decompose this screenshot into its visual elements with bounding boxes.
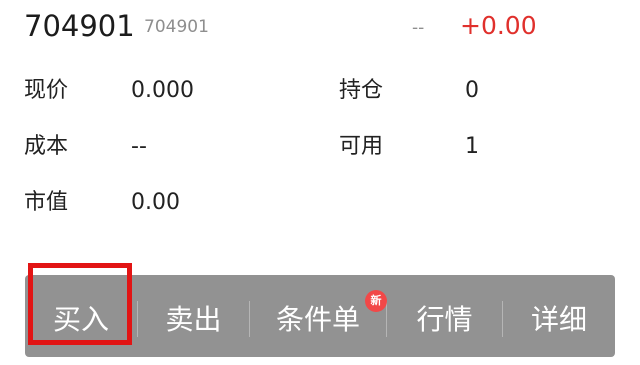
- holding-label: 持仓: [339, 78, 384, 103]
- price-change: +0.00: [460, 11, 537, 40]
- available-value: 1: [465, 134, 479, 159]
- conditional-order-button[interactable]: 条件单: [250, 275, 386, 357]
- details-button[interactable]: 详细: [503, 275, 615, 357]
- current-price-label: 现价: [24, 78, 69, 103]
- sell-button-label: 卖出: [165, 303, 222, 336]
- cost-label: 成本: [24, 134, 69, 159]
- available-label: 可用: [339, 134, 384, 159]
- quotes-button[interactable]: 行情: [387, 275, 502, 357]
- security-code: 704901: [24, 9, 135, 43]
- conditional-order-button-label: 条件单: [275, 303, 360, 336]
- holding-value: 0: [465, 78, 479, 103]
- cost-value: --: [131, 134, 147, 159]
- market-value-label: 市值: [24, 190, 69, 215]
- security-subcode: 704901: [144, 17, 209, 37]
- quotes-button-label: 行情: [416, 303, 473, 336]
- details-button-label: 详细: [530, 303, 587, 336]
- buy-button-label: 买入: [52, 303, 109, 336]
- current-price-value: 0.000: [131, 78, 194, 103]
- new-badge: 新: [365, 290, 387, 312]
- action-toolbar: 买入 卖出 条件单 行情 详细: [25, 275, 615, 357]
- buy-button[interactable]: 买入: [25, 275, 137, 357]
- market-value-value: 0.00: [131, 190, 180, 215]
- price-placeholder: --: [412, 18, 425, 38]
- sell-button[interactable]: 卖出: [138, 275, 249, 357]
